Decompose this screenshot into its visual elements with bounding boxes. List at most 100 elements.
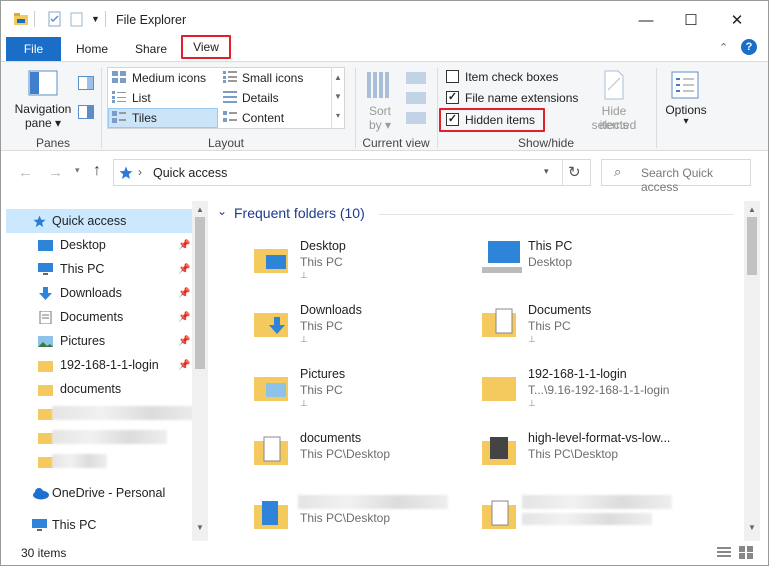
properties-icon[interactable] bbox=[47, 11, 63, 27]
close-button[interactable]: ✕ bbox=[715, 7, 759, 33]
scroll-down-icon[interactable]: ▼ bbox=[196, 523, 204, 532]
pin-icon[interactable]: 📌 bbox=[178, 312, 190, 323]
sidebar-item-blurred[interactable] bbox=[6, 449, 196, 473]
sidebar-label: Quick access bbox=[52, 214, 127, 228]
tile-name: Documents bbox=[528, 303, 592, 317]
customize-toolbar-icon[interactable]: ▼ bbox=[91, 14, 100, 24]
sidebar-item-this-pc-root[interactable]: This PC bbox=[6, 513, 196, 537]
new-folder-quick-icon[interactable] bbox=[69, 11, 85, 27]
large-icons-view-icon[interactable] bbox=[739, 546, 753, 559]
sidebar-item-192-168-1-1-login[interactable]: 192-168-1-1-login 📌 bbox=[6, 353, 196, 377]
layout-content[interactable]: Content bbox=[242, 111, 284, 125]
folder-icon bbox=[38, 384, 53, 396]
file-name-extensions-label: File name extensions bbox=[465, 91, 579, 105]
sort-by-label-2[interactable]: by ▾ bbox=[369, 118, 391, 132]
scroll-up-icon[interactable]: ▲ bbox=[196, 205, 204, 214]
tiles-icon bbox=[112, 111, 126, 123]
layout-medium-icons[interactable]: Medium icons bbox=[132, 71, 206, 85]
scroll-thumb[interactable] bbox=[747, 217, 757, 275]
sidebar-item-documents-folder[interactable]: documents bbox=[6, 377, 196, 401]
tile-downloads[interactable]: Downloads This PC ⊥ bbox=[254, 303, 454, 355]
sidebar-label: This PC bbox=[60, 262, 105, 276]
sidebar-item-this-pc[interactable]: This PC 📌 bbox=[6, 257, 196, 281]
sidebar-item-blurred[interactable] bbox=[6, 401, 202, 425]
help-icon[interactable]: ? bbox=[741, 39, 757, 55]
scroll-up-icon[interactable]: ▲ bbox=[748, 205, 756, 214]
navigation-pane-label-2[interactable]: pane ▾ bbox=[14, 116, 72, 130]
hide-selected-items-label-2[interactable]: items bbox=[579, 118, 649, 132]
tile-blurred[interactable]: This PC\Desktop bbox=[254, 495, 454, 541]
hidden-items-checkbox[interactable]: ✓ bbox=[446, 113, 459, 126]
sidebar-item-pictures[interactable]: Pictures 📌 bbox=[6, 329, 196, 353]
folder-icon bbox=[38, 360, 53, 372]
back-arrow-icon[interactable]: ← bbox=[18, 164, 33, 181]
file-name-extensions-checkbox[interactable]: ✓ bbox=[446, 91, 459, 104]
search-box[interactable]: ⌕ Search Quick access bbox=[601, 159, 751, 194]
item-check-boxes-checkbox[interactable] bbox=[446, 70, 459, 83]
tile-pictures[interactable]: Pictures This PC ⊥ bbox=[254, 367, 454, 419]
content-scrollbar[interactable]: ▲ ▼ bbox=[744, 201, 760, 541]
tile-this-pc[interactable]: This PC Desktop bbox=[482, 239, 732, 291]
tile-documents[interactable]: Documents This PC ⊥ bbox=[482, 303, 732, 355]
recent-locations-chevron-icon[interactable]: ▾ bbox=[75, 165, 80, 176]
sidebar-item-onedrive[interactable]: OneDrive - Personal bbox=[6, 481, 196, 505]
sort-by-icon[interactable] bbox=[366, 70, 392, 100]
tab-view[interactable]: View bbox=[181, 35, 231, 59]
group-collapse-icon[interactable]: ⌄ bbox=[217, 204, 227, 218]
up-arrow-icon[interactable]: ↑ bbox=[93, 162, 101, 180]
sidebar-item-downloads[interactable]: Downloads 📌 bbox=[6, 281, 196, 305]
computer-icon bbox=[38, 262, 53, 275]
group-columns-icons[interactable] bbox=[404, 70, 428, 130]
options-icon[interactable] bbox=[670, 71, 700, 99]
pin-icon: ⊥ bbox=[528, 398, 536, 408]
details-pane-icon[interactable] bbox=[78, 105, 94, 119]
pin-icon[interactable]: 📌 bbox=[178, 264, 190, 275]
scroll-thumb[interactable] bbox=[195, 217, 205, 369]
options-dropdown-arrow[interactable]: ▾ bbox=[663, 116, 709, 127]
pin-icon[interactable]: 📌 bbox=[178, 288, 190, 299]
layout-small-icons[interactable]: Small icons bbox=[242, 71, 303, 85]
tile-192-168-1-1-login[interactable]: 192-168-1-1-login T...\9.16-192-168-1-1-… bbox=[482, 367, 732, 419]
tab-file[interactable]: File bbox=[6, 37, 61, 61]
preview-pane-icon[interactable] bbox=[78, 76, 94, 90]
folder-icon bbox=[254, 377, 288, 401]
address-dropdown-icon[interactable]: ▾ bbox=[544, 166, 549, 177]
address-path: Quick access bbox=[153, 166, 228, 180]
sidebar-item-quick-access[interactable]: Quick access bbox=[6, 209, 196, 233]
medium-icons-icon bbox=[112, 71, 126, 83]
tab-home[interactable]: Home bbox=[69, 37, 115, 61]
address-bar[interactable]: › Quick access ▾ ↻ bbox=[113, 159, 591, 186]
sidebar-item-documents[interactable]: Documents 📌 bbox=[6, 305, 196, 329]
details-view-icon[interactable] bbox=[717, 546, 731, 559]
layout-details[interactable]: Details bbox=[242, 91, 279, 105]
sort-by-label[interactable]: Sort bbox=[369, 104, 391, 118]
maximize-button[interactable]: ☐ bbox=[669, 7, 713, 33]
pin-icon[interactable]: 📌 bbox=[178, 360, 190, 371]
layout-tiles[interactable]: Tiles bbox=[132, 111, 157, 125]
layout-gallery-scroll[interactable]: ▲ ▼ ▾ bbox=[331, 68, 344, 128]
search-placeholder: Search Quick access bbox=[641, 166, 714, 194]
pin-icon[interactable]: 📌 bbox=[178, 336, 190, 347]
scroll-down-icon[interactable]: ▼ bbox=[748, 523, 756, 532]
sidebar-scrollbar[interactable]: ▲ ▼ bbox=[192, 201, 208, 541]
section-title: Frequent folders (10) bbox=[234, 205, 365, 221]
sidebar-item-desktop[interactable]: Desktop 📌 bbox=[6, 233, 196, 257]
sidebar-item-blurred[interactable] bbox=[6, 425, 196, 449]
folder-icon bbox=[254, 313, 288, 337]
collapse-ribbon-icon[interactable]: ⌃ bbox=[719, 41, 728, 54]
tile-blurred[interactable] bbox=[482, 495, 732, 541]
tile-desktop[interactable]: Desktop This PC ⊥ bbox=[254, 239, 454, 291]
pin-icon[interactable]: 📌 bbox=[178, 240, 190, 251]
minimize-button[interactable]: — bbox=[624, 7, 668, 33]
forward-arrow-icon[interactable]: → bbox=[48, 164, 63, 181]
options-button[interactable]: Options bbox=[663, 103, 709, 117]
tile-documents-folder[interactable]: documents This PC\Desktop bbox=[254, 431, 454, 483]
navigation-pane-label[interactable]: Navigation bbox=[14, 102, 72, 116]
tab-share[interactable]: Share bbox=[125, 37, 177, 61]
hide-selected-items-icon[interactable] bbox=[602, 70, 626, 100]
tile-high-level-format[interactable]: high-level-format-vs-low... This PC\Desk… bbox=[482, 431, 732, 483]
breadcrumb-chevron-icon[interactable]: › bbox=[138, 165, 142, 179]
layout-list[interactable]: List bbox=[132, 91, 151, 105]
refresh-icon[interactable]: ↻ bbox=[568, 163, 581, 181]
navigation-pane-icon[interactable] bbox=[28, 70, 58, 96]
